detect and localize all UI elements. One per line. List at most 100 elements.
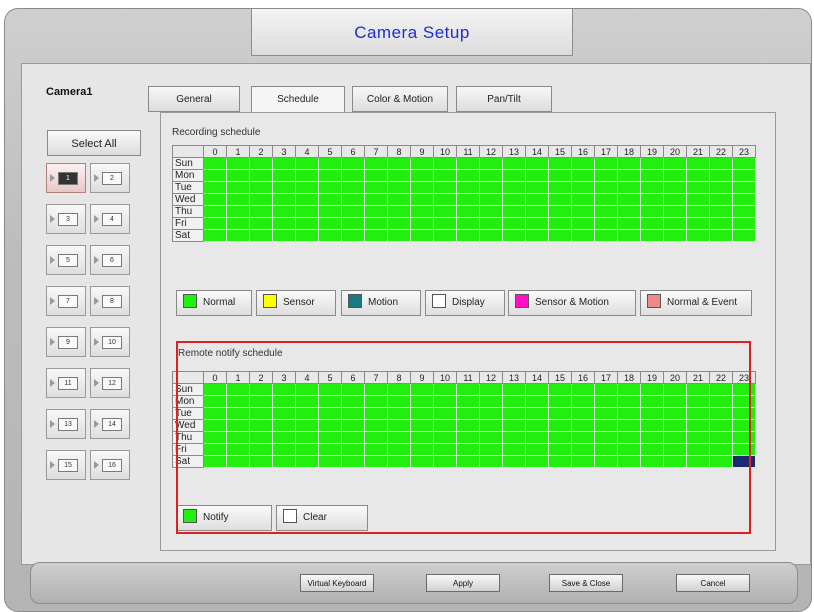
- schedule-cell[interactable]: [226, 443, 250, 456]
- schedule-cell[interactable]: [594, 431, 618, 444]
- schedule-cell[interactable]: [456, 193, 480, 206]
- schedule-cell[interactable]: [709, 455, 733, 468]
- schedule-cell[interactable]: [663, 455, 687, 468]
- schedule-cell[interactable]: [226, 431, 250, 444]
- schedule-cell[interactable]: [364, 455, 388, 468]
- schedule-cell[interactable]: [732, 157, 756, 170]
- schedule-cell[interactable]: [525, 407, 549, 420]
- schedule-cell[interactable]: [249, 229, 273, 242]
- schedule-cell[interactable]: [663, 419, 687, 432]
- schedule-cell[interactable]: [226, 169, 250, 182]
- schedule-cell[interactable]: [318, 407, 342, 420]
- channel-12-button[interactable]: 12: [90, 368, 130, 398]
- schedule-cell[interactable]: [387, 217, 411, 230]
- schedule-cell[interactable]: [548, 217, 572, 230]
- schedule-cell[interactable]: [617, 205, 641, 218]
- schedule-cell[interactable]: [594, 205, 618, 218]
- schedule-cell[interactable]: [663, 395, 687, 408]
- schedule-cell[interactable]: [594, 157, 618, 170]
- schedule-cell[interactable]: [686, 431, 710, 444]
- schedule-cell[interactable]: [617, 229, 641, 242]
- schedule-cell[interactable]: [548, 431, 572, 444]
- schedule-cell[interactable]: [709, 169, 733, 182]
- schedule-cell[interactable]: [318, 443, 342, 456]
- schedule-cell[interactable]: [571, 407, 595, 420]
- channel-5-button[interactable]: 5: [46, 245, 86, 275]
- schedule-cell[interactable]: [617, 431, 641, 444]
- schedule-cell[interactable]: [295, 407, 319, 420]
- schedule-cell[interactable]: [433, 157, 457, 170]
- schedule-cell[interactable]: [640, 455, 664, 468]
- schedule-cell[interactable]: [548, 407, 572, 420]
- schedule-cell[interactable]: [387, 407, 411, 420]
- schedule-cell[interactable]: [732, 205, 756, 218]
- schedule-cell[interactable]: [686, 193, 710, 206]
- schedule-cell[interactable]: [295, 193, 319, 206]
- channel-16-button[interactable]: 16: [90, 450, 130, 480]
- schedule-cell[interactable]: [640, 157, 664, 170]
- schedule-cell[interactable]: [456, 419, 480, 432]
- schedule-cell[interactable]: [663, 169, 687, 182]
- schedule-cell[interactable]: [548, 443, 572, 456]
- schedule-cell[interactable]: [226, 157, 250, 170]
- schedule-cell[interactable]: [732, 455, 756, 468]
- schedule-cell[interactable]: [479, 229, 503, 242]
- schedule-cell[interactable]: [272, 205, 296, 218]
- tab-color-motion[interactable]: Color & Motion: [352, 86, 448, 112]
- schedule-cell[interactable]: [456, 431, 480, 444]
- schedule-cell[interactable]: [686, 205, 710, 218]
- channel-6-button[interactable]: 6: [90, 245, 130, 275]
- schedule-cell[interactable]: [318, 383, 342, 396]
- schedule-cell[interactable]: [249, 181, 273, 194]
- schedule-cell[interactable]: [640, 407, 664, 420]
- schedule-cell[interactable]: [594, 181, 618, 194]
- schedule-cell[interactable]: [295, 383, 319, 396]
- schedule-cell[interactable]: [479, 217, 503, 230]
- schedule-cell[interactable]: [364, 443, 388, 456]
- schedule-cell[interactable]: [640, 431, 664, 444]
- schedule-cell[interactable]: [640, 443, 664, 456]
- schedule-cell[interactable]: [318, 217, 342, 230]
- schedule-cell[interactable]: [709, 193, 733, 206]
- legend-motion[interactable]: Motion: [341, 290, 421, 316]
- virtual-keyboard-button[interactable]: Virtual Keyboard: [300, 574, 374, 592]
- schedule-cell[interactable]: [732, 217, 756, 230]
- schedule-cell[interactable]: [709, 419, 733, 432]
- schedule-cell[interactable]: [479, 181, 503, 194]
- schedule-cell[interactable]: [709, 181, 733, 194]
- schedule-cell[interactable]: [203, 443, 227, 456]
- schedule-cell[interactable]: [433, 193, 457, 206]
- schedule-cell[interactable]: [249, 169, 273, 182]
- schedule-cell[interactable]: [226, 455, 250, 468]
- schedule-cell[interactable]: [663, 193, 687, 206]
- schedule-cell[interactable]: [479, 205, 503, 218]
- schedule-cell[interactable]: [617, 443, 641, 456]
- schedule-cell[interactable]: [341, 205, 365, 218]
- schedule-cell[interactable]: [341, 229, 365, 242]
- schedule-cell[interactable]: [525, 229, 549, 242]
- schedule-cell[interactable]: [387, 169, 411, 182]
- schedule-cell[interactable]: [502, 383, 526, 396]
- schedule-cell[interactable]: [525, 205, 549, 218]
- schedule-cell[interactable]: [594, 169, 618, 182]
- schedule-cell[interactable]: [479, 395, 503, 408]
- channel-13-button[interactable]: 13: [46, 409, 86, 439]
- schedule-cell[interactable]: [732, 169, 756, 182]
- schedule-cell[interactable]: [479, 443, 503, 456]
- schedule-cell[interactable]: [410, 193, 434, 206]
- schedule-cell[interactable]: [410, 395, 434, 408]
- schedule-cell[interactable]: [686, 157, 710, 170]
- schedule-cell[interactable]: [341, 157, 365, 170]
- schedule-cell[interactable]: [663, 181, 687, 194]
- schedule-cell[interactable]: [410, 229, 434, 242]
- schedule-cell[interactable]: [249, 407, 273, 420]
- schedule-cell[interactable]: [433, 407, 457, 420]
- schedule-cell[interactable]: [272, 193, 296, 206]
- schedule-cell[interactable]: [640, 419, 664, 432]
- schedule-cell[interactable]: [410, 217, 434, 230]
- schedule-cell[interactable]: [502, 431, 526, 444]
- schedule-cell[interactable]: [226, 205, 250, 218]
- schedule-cell[interactable]: [318, 455, 342, 468]
- schedule-cell[interactable]: [203, 205, 227, 218]
- schedule-cell[interactable]: [732, 443, 756, 456]
